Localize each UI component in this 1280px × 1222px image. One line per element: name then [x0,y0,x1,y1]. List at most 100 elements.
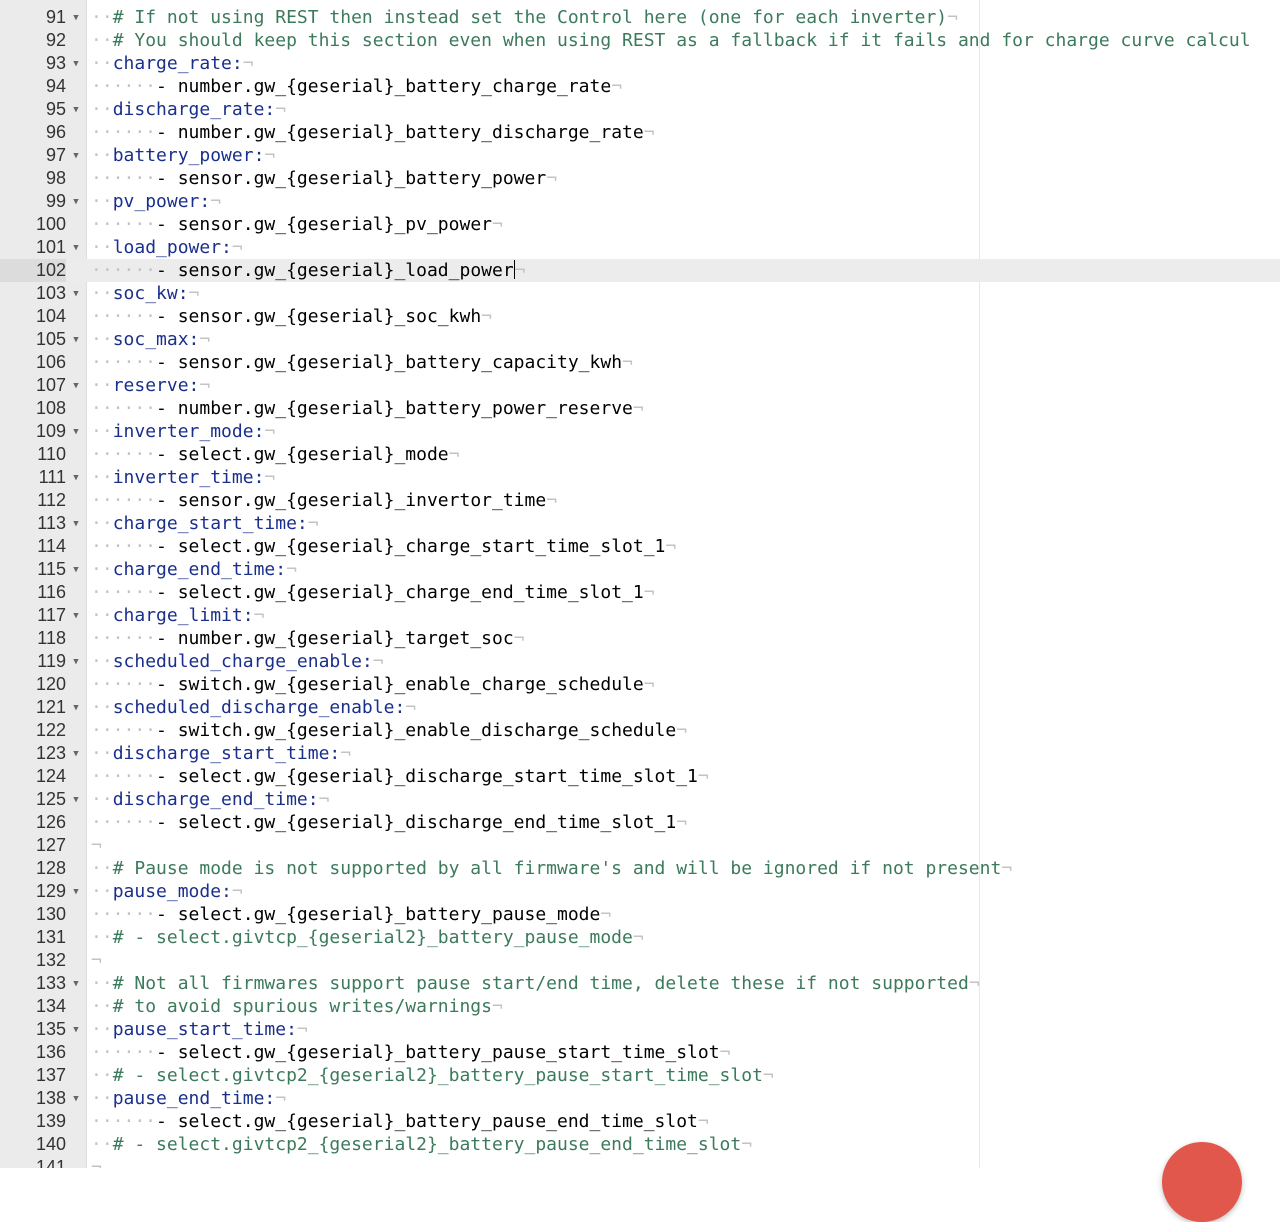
code-line[interactable]: 124 ······- select.gw_{geserial}_discharg… [0,765,1280,788]
code-line[interactable]: 133 ▼ ··# Not all firmwares support pause … [0,972,1280,995]
yaml-value: select.gw_{geserial}_mode [177,444,449,465]
code-text: ··charge_limit:¬ [91,604,264,627]
code-line[interactable]: 115 ▼ ··charge_end_time:¬ [0,558,1280,581]
code-line[interactable]: 105 ▼ ··soc_max:¬ [0,328,1280,351]
fold-toggle-icon[interactable]: ▼ [70,558,82,581]
code-line[interactable]: 139 ······- select.gw_{geserial}_battery_… [0,1110,1280,1133]
fold-toggle-icon[interactable]: ▼ [70,420,82,443]
fold-toggle-icon[interactable]: ▼ [70,190,82,213]
code-line[interactable]: 141 ¬ [0,1156,1280,1168]
indent-whitespace: ·· [91,99,113,120]
code-line[interactable]: 122 ······- switch.gw_{geserial}_enable_d… [0,719,1280,742]
code-line[interactable]: 136 ······- select.gw_{geserial}_battery_… [0,1041,1280,1064]
code-line[interactable]: 134 ··# to avoid spurious writes/warnings… [0,995,1280,1018]
code-line[interactable]: 113 ▼ ··charge_start_time:¬ [0,512,1280,535]
code-line[interactable]: 119 ▼ ··scheduled_charge_enable:¬ [0,650,1280,673]
code-text: ······- sensor.gw_{geserial}_battery_cap… [91,351,633,374]
fold-toggle-icon[interactable]: ▼ [70,282,82,305]
indent-whitespace: ·· [91,605,113,626]
code-line[interactable]: 127 ¬ [0,834,1280,857]
code-line[interactable]: 120 ······- switch.gw_{geserial}_enable_c… [0,673,1280,696]
code-line[interactable]: 114 ······- select.gw_{geserial}_charge_s… [0,535,1280,558]
code-line[interactable]: 107 ▼ ··reserve:¬ [0,374,1280,397]
fold-toggle-icon[interactable]: ▼ [70,98,82,121]
code-line[interactable]: 125 ▼ ··discharge_end_time:¬ [0,788,1280,811]
indent-whitespace: ·· [91,375,113,396]
fold-toggle-icon[interactable]: ▼ [70,52,82,75]
code-line[interactable]: 140 ··# - select.givtcp2_{geserial2}_batt… [0,1133,1280,1156]
indent-whitespace: ······ [91,76,157,97]
fold-toggle-icon[interactable]: ▼ [70,374,82,397]
code-line[interactable]: 130 ······- select.gw_{geserial}_battery_… [0,903,1280,926]
code-line[interactable]: 112 ······- sensor.gw_{geserial}_invertor… [0,489,1280,512]
code-line[interactable]: 96 ······- number.gw_{geserial}_battery_d… [0,121,1280,144]
indent-whitespace: ·· [91,651,113,672]
code-line[interactable]: 93 ▼ ··charge_rate:¬ [0,52,1280,75]
code-line[interactable]: 92 ··# You should keep this section even … [0,29,1280,52]
line-number: 132 [35,950,66,970]
code-line[interactable]: 111 ▼ ··inverter_time:¬ [0,466,1280,489]
end-of-line-marker: ¬ [697,766,709,787]
code-line[interactable]: 98 ······- sensor.gw_{geserial}_battery_p… [0,167,1280,190]
code-line[interactable]: 110 ······- select.gw_{geserial}_mode¬ [0,443,1280,466]
code-line[interactable]: 106 ······- sensor.gw_{geserial}_battery_… [0,351,1280,374]
fold-toggle-icon[interactable]: ▼ [70,328,82,351]
code-line[interactable]: 103 ▼ ··soc_kw:¬ [0,282,1280,305]
end-of-line-marker: ¬ [318,789,330,810]
fold-toggle-icon[interactable]: ▼ [70,650,82,673]
fold-toggle-icon[interactable]: ▼ [70,972,82,995]
code-line[interactable]: 132 ¬ [0,949,1280,972]
fold-toggle-icon[interactable]: ▼ [70,466,82,489]
fold-toggle-icon[interactable]: ▼ [70,1018,82,1041]
code-lines[interactable]: 90¬91▼··# If not using REST then instead… [0,0,1280,1168]
fold-toggle-icon[interactable]: ▼ [70,788,82,811]
end-of-line-marker: ¬ [632,398,644,419]
indent-whitespace: ······ [91,306,157,327]
code-line[interactable]: 121 ▼ ··scheduled_discharge_enable:¬ [0,696,1280,719]
comment-text: # Not all firmwares support pause start/… [112,973,969,994]
fold-toggle-icon[interactable]: ▼ [70,880,82,903]
code-line[interactable]: 91 ▼ ··# If not using REST then instead se… [0,6,1280,29]
indent-whitespace: ······ [91,168,157,189]
fold-toggle-icon[interactable]: ▼ [70,512,82,535]
code-line[interactable]: 129 ▼ ··pause_mode:¬ [0,880,1280,903]
indent-whitespace: ·· [91,1088,113,1109]
yaml-key: pause_mode: [112,881,232,902]
code-line[interactable]: 102 ······- sensor.gw_{geserial}_load_pow… [0,259,1280,282]
line-number: 117 [37,605,66,625]
code-line[interactable]: 123 ▼ ··discharge_start_time:¬ [0,742,1280,765]
code-line[interactable]: 94 ······- number.gw_{geserial}_battery_c… [0,75,1280,98]
fold-toggle-icon[interactable]: ▼ [70,604,82,627]
list-dash: - [156,490,178,511]
code-line[interactable]: 95 ▼ ··discharge_rate:¬ [0,98,1280,121]
floating-action-button[interactable] [1162,1142,1242,1222]
code-line[interactable]: 118 ······- number.gw_{geserial}_target_s… [0,627,1280,650]
fold-toggle-icon[interactable]: ▼ [70,144,82,167]
code-line[interactable]: 97 ▼ ··battery_power:¬ [0,144,1280,167]
code-line[interactable]: 99 ▼ ··pv_power:¬ [0,190,1280,213]
code-line[interactable]: 135 ▼ ··pause_start_time:¬ [0,1018,1280,1041]
code-line[interactable]: 131 ··# - select.givtcp_{geserial2}_batte… [0,926,1280,949]
code-line[interactable]: 108 ······- number.gw_{geserial}_battery_… [0,397,1280,420]
fold-toggle-icon[interactable]: ▼ [70,742,82,765]
list-dash: - [156,720,178,741]
code-line[interactable]: 104 ······- sensor.gw_{geserial}_soc_kwh¬ [0,305,1280,328]
code-text: ··# Not all firmwares support pause star… [91,972,980,995]
fold-toggle-icon[interactable]: ▼ [70,696,82,719]
line-number: 112 [37,490,66,510]
code-line[interactable]: 137 ··# - select.givtcp2_{geserial2}_batt… [0,1064,1280,1087]
code-line[interactable]: 117 ▼ ··charge_limit:¬ [0,604,1280,627]
code-line[interactable]: 100 ······- sensor.gw_{geserial}_pv_power… [0,213,1280,236]
indent-whitespace: ·· [91,858,113,879]
code-text: ··# to avoid spurious writes/warnings¬ [91,995,503,1018]
code-line[interactable]: 128 ··# Pause mode is not supported by al… [0,857,1280,880]
code-line[interactable]: 126 ······- select.gw_{geserial}_discharg… [0,811,1280,834]
code-line[interactable]: 116 ······- select.gw_{geserial}_charge_e… [0,581,1280,604]
code-line[interactable]: 138 ▼ ··pause_end_time:¬ [0,1087,1280,1110]
code-editor[interactable]: 90¬91▼··# If not using REST then instead… [0,0,1280,1168]
fold-toggle-icon[interactable]: ▼ [70,1087,82,1110]
fold-toggle-icon[interactable]: ▼ [70,236,82,259]
code-line[interactable]: 101 ▼ ··load_power:¬ [0,236,1280,259]
code-line[interactable]: 109 ▼ ··inverter_mode:¬ [0,420,1280,443]
fold-toggle-icon[interactable]: ▼ [70,6,82,29]
